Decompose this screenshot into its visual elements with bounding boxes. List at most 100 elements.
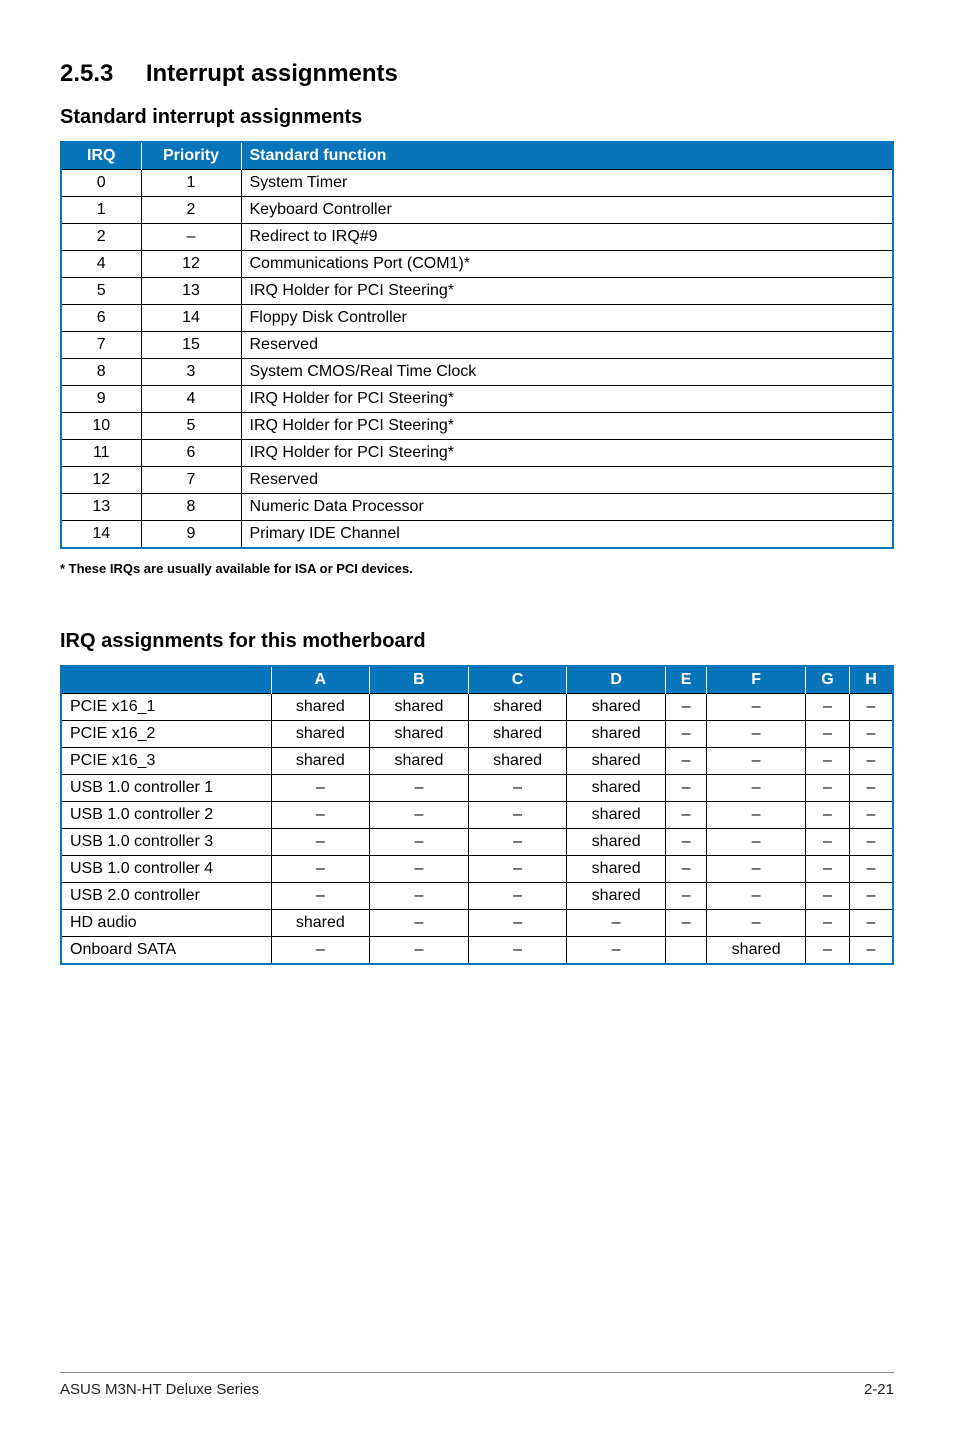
cell-value: – bbox=[665, 829, 706, 856]
cell-value: – bbox=[805, 802, 849, 829]
section-number: 2.5.3 bbox=[60, 60, 113, 88]
cell-priority: 9 bbox=[141, 521, 241, 549]
cell-value: – bbox=[665, 883, 706, 910]
cell-device-name: HD audio bbox=[61, 910, 271, 937]
table-row: USB 1.0 controller 1–––shared–––– bbox=[61, 775, 893, 802]
cell-value: shared bbox=[370, 721, 469, 748]
cell-value: – bbox=[665, 775, 706, 802]
col-header-d: D bbox=[567, 666, 666, 694]
table-row: USB 2.0 controller–––shared–––– bbox=[61, 883, 893, 910]
cell-irq: 9 bbox=[61, 386, 141, 413]
cell-value: – bbox=[271, 802, 370, 829]
cell-value: – bbox=[805, 748, 849, 775]
cell-value: shared bbox=[468, 721, 567, 748]
cell-value: shared bbox=[271, 910, 370, 937]
col-header-b: B bbox=[370, 666, 469, 694]
cell-value: shared bbox=[567, 721, 666, 748]
cell-irq: 4 bbox=[61, 251, 141, 278]
col-header-function: Standard function bbox=[241, 142, 893, 170]
cell-value: – bbox=[849, 910, 893, 937]
cell-priority: 4 bbox=[141, 386, 241, 413]
cell-function: Numeric Data Processor bbox=[241, 494, 893, 521]
cell-value: shared bbox=[468, 694, 567, 721]
cell-value: shared bbox=[271, 721, 370, 748]
cell-value: – bbox=[370, 910, 469, 937]
cell-irq: 2 bbox=[61, 224, 141, 251]
table-row: USB 1.0 controller 2–––shared–––– bbox=[61, 802, 893, 829]
col-header-f: F bbox=[707, 666, 806, 694]
cell-device-name: Onboard SATA bbox=[61, 937, 271, 965]
cell-value: – bbox=[805, 829, 849, 856]
subheading-standard: Standard interrupt assignments bbox=[60, 106, 894, 129]
cell-value: – bbox=[665, 748, 706, 775]
table-row: PCIE x16_2sharedsharedsharedshared–––– bbox=[61, 721, 893, 748]
cell-value: shared bbox=[567, 883, 666, 910]
cell-irq: 0 bbox=[61, 170, 141, 197]
irq-footnote: * These IRQs are usually available for I… bbox=[60, 561, 894, 576]
cell-value: shared bbox=[370, 748, 469, 775]
table-row: PCIE x16_1sharedsharedsharedshared–––– bbox=[61, 694, 893, 721]
table-row: 105IRQ Holder for PCI Steering* bbox=[61, 413, 893, 440]
cell-function: Keyboard Controller bbox=[241, 197, 893, 224]
cell-value: – bbox=[271, 937, 370, 965]
cell-priority: – bbox=[141, 224, 241, 251]
cell-irq: 6 bbox=[61, 305, 141, 332]
cell-irq: 13 bbox=[61, 494, 141, 521]
cell-device-name: USB 1.0 controller 1 bbox=[61, 775, 271, 802]
standard-irq-table: IRQ Priority Standard function 01System … bbox=[60, 141, 894, 549]
cell-value: – bbox=[805, 694, 849, 721]
cell-function: IRQ Holder for PCI Steering* bbox=[241, 440, 893, 467]
cell-value: – bbox=[665, 910, 706, 937]
cell-value: – bbox=[665, 721, 706, 748]
table-row: 2–Redirect to IRQ#9 bbox=[61, 224, 893, 251]
table-row: 01System Timer bbox=[61, 170, 893, 197]
cell-priority: 7 bbox=[141, 467, 241, 494]
cell-irq: 12 bbox=[61, 467, 141, 494]
cell-value: – bbox=[665, 856, 706, 883]
cell-device-name: PCIE x16_3 bbox=[61, 748, 271, 775]
col-header-h: H bbox=[849, 666, 893, 694]
cell-priority: 15 bbox=[141, 332, 241, 359]
cell-priority: 5 bbox=[141, 413, 241, 440]
cell-function: Floppy Disk Controller bbox=[241, 305, 893, 332]
col-header-e: E bbox=[665, 666, 706, 694]
cell-value: shared bbox=[271, 694, 370, 721]
cell-value: – bbox=[805, 910, 849, 937]
cell-value: – bbox=[805, 937, 849, 965]
cell-function: Reserved bbox=[241, 467, 893, 494]
cell-priority: 14 bbox=[141, 305, 241, 332]
cell-value: – bbox=[849, 937, 893, 965]
table-row: 116IRQ Holder for PCI Steering* bbox=[61, 440, 893, 467]
cell-value: shared bbox=[567, 748, 666, 775]
cell-value: – bbox=[849, 775, 893, 802]
cell-value: shared bbox=[567, 775, 666, 802]
cell-irq: 1 bbox=[61, 197, 141, 224]
cell-irq: 5 bbox=[61, 278, 141, 305]
table-row: 83System CMOS/Real Time Clock bbox=[61, 359, 893, 386]
cell-value: – bbox=[707, 775, 806, 802]
cell-irq: 10 bbox=[61, 413, 141, 440]
cell-priority: 12 bbox=[141, 251, 241, 278]
cell-irq: 7 bbox=[61, 332, 141, 359]
cell-value: shared bbox=[707, 937, 806, 965]
cell-function: Communications Port (COM1)* bbox=[241, 251, 893, 278]
cell-value: – bbox=[849, 748, 893, 775]
table-row: 127Reserved bbox=[61, 467, 893, 494]
motherboard-irq-table: ABCDEFGH PCIE x16_1sharedsharedsharedsha… bbox=[60, 665, 894, 965]
cell-device-name: PCIE x16_1 bbox=[61, 694, 271, 721]
cell-value: shared bbox=[271, 748, 370, 775]
cell-priority: 2 bbox=[141, 197, 241, 224]
cell-priority: 3 bbox=[141, 359, 241, 386]
cell-value: – bbox=[707, 721, 806, 748]
cell-value: – bbox=[271, 775, 370, 802]
cell-value: – bbox=[849, 883, 893, 910]
cell-value: – bbox=[707, 694, 806, 721]
cell-value: – bbox=[468, 856, 567, 883]
cell-function: IRQ Holder for PCI Steering* bbox=[241, 386, 893, 413]
cell-priority: 8 bbox=[141, 494, 241, 521]
col-header-priority: Priority bbox=[141, 142, 241, 170]
col-header-a: A bbox=[271, 666, 370, 694]
cell-value: shared bbox=[567, 829, 666, 856]
cell-value: – bbox=[271, 856, 370, 883]
cell-value: – bbox=[567, 910, 666, 937]
